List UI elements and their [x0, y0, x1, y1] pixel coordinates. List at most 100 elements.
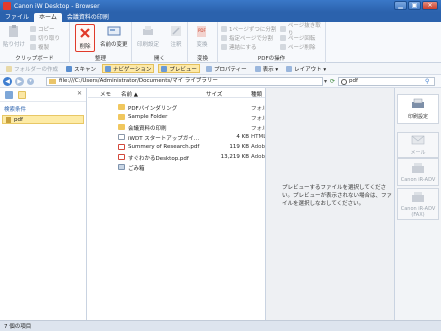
file-list: メモ 名前 ▲ サイズ 種類 PDFバインダリングフォルダーSample Fol… [88, 88, 265, 320]
preview-icon [161, 65, 168, 72]
delete-pages-button[interactable]: ページ削除 [280, 43, 315, 51]
extract-pages-button[interactable]: ページ抜き取り [280, 23, 325, 37]
close-button[interactable]: ✕ [422, 1, 438, 10]
file-name: PDFバインダリング [128, 106, 178, 112]
page-delete-icon [280, 44, 286, 50]
file-row[interactable]: PDFバインダリング フォルダー [88, 102, 265, 112]
search-condition-icon [6, 116, 11, 123]
file-row[interactable]: すぐわかるDesktop.pdf 13,219 KBAdobe [88, 152, 265, 162]
item-count: 7 個の項目 [4, 324, 32, 330]
file-type: Adobe [251, 144, 265, 150]
duplicate-icon [30, 44, 36, 50]
mail-icon [411, 135, 425, 145]
file-name: iWDT スタートアップガイ… [128, 136, 200, 142]
annotation-icon [171, 26, 181, 36]
search-input[interactable]: pdf ⚲ [338, 77, 435, 86]
merge-button[interactable]: 連結にする [221, 43, 257, 51]
canon-ir-adv-fax-action[interactable]: Canon iR-ADV (FAX) [397, 188, 439, 220]
search-icon [341, 79, 347, 85]
file-row[interactable]: Summery of Research.pdf 119 KBAdobe [88, 142, 265, 152]
column-name[interactable]: 名前 ▲ [121, 90, 138, 98]
file-type: Adobe [251, 154, 265, 160]
mail-action[interactable]: メール [397, 132, 439, 158]
rename-button[interactable]: 名前の変更 [100, 24, 128, 48]
pdf-operations-group: 1ページずつに分割 指定ページで分割 連結にする ページ抜き取り ページ回転 ペ… [218, 22, 326, 63]
delete-button[interactable]: 削除 [75, 24, 95, 52]
file-row[interactable]: Sample Folder フォルダー [88, 112, 265, 122]
view-toolbar: フォルダーの作成 スキャン ナビゲーション プレビュー プロパティー 表示 ▾ … [0, 63, 441, 75]
split-icon [221, 26, 227, 32]
scan-button[interactable]: スキャン [64, 64, 98, 73]
back-button[interactable]: ◀ [3, 76, 12, 86]
html-icon [118, 134, 125, 140]
convert-button[interactable]: PDF 変換 [195, 24, 209, 48]
column-memo[interactable]: メモ [100, 90, 111, 98]
rotate-icon [280, 35, 286, 41]
file-size: 13,219 KB [220, 154, 249, 160]
search-conditions-tab-icon[interactable] [18, 90, 26, 99]
split-range-button[interactable]: 指定ページで分割 [221, 34, 273, 42]
split-each-page-button[interactable]: 1ページずつに分割 [221, 25, 276, 33]
minimize-button[interactable]: ▁ [394, 1, 407, 10]
canon-ir-adv-action[interactable]: Canon iR-ADV [397, 158, 439, 186]
layout-icon [286, 65, 293, 72]
pdf-operations-group-label: PDFの操作 [257, 56, 286, 62]
pdf-icon [118, 144, 125, 150]
delete-x-icon [80, 28, 90, 38]
forward-button[interactable]: ▶ [15, 76, 24, 86]
organize-group-label: 整理 [94, 56, 106, 62]
history-dropdown[interactable]: ▾ [27, 77, 34, 85]
folder-icon [49, 79, 56, 84]
extract-icon [280, 26, 286, 32]
split-range-icon [221, 35, 227, 41]
trash-icon [118, 164, 125, 170]
pdf-icon [118, 154, 125, 160]
address-bar: ◀ ▶ ▾ file:///C:/Users/Administrator/Doc… [0, 75, 441, 88]
preview-toggle[interactable]: プレビュー [158, 64, 200, 73]
tab-meeting-print[interactable]: 会議資料の印刷 [62, 13, 114, 22]
address-input[interactable]: file:///C:/Users/Administrator/Documents… [46, 77, 323, 86]
print-settings-icon [412, 98, 424, 108]
convert-group: PDF 変換 変換 [188, 22, 218, 63]
layout-menu[interactable]: レイアウト ▾ [284, 64, 328, 73]
paste-button[interactable]: 貼り付け [3, 24, 25, 48]
ribbon-tabs: ファイル ホーム 会議資料の印刷 [0, 12, 441, 22]
open-group-label: 開く [153, 56, 165, 62]
cut-button[interactable]: 切り取り [30, 34, 60, 42]
open-group: 印刷設定 注釈 開く [132, 22, 188, 63]
file-list-header: メモ 名前 ▲ サイズ 種類 [88, 88, 265, 98]
print-settings-button[interactable]: 印刷設定 [137, 24, 159, 48]
column-size[interactable]: サイズ [206, 90, 222, 98]
duplicate-button[interactable]: 複製 [30, 43, 49, 51]
maximize-button[interactable]: ▣ [408, 1, 421, 10]
navigation-toggle[interactable]: ナビゲーション [102, 64, 155, 73]
tab-file[interactable]: ファイル [0, 13, 34, 22]
file-name: 会議資料の印刷 [128, 126, 167, 132]
address-dropdown-icon[interactable]: ▾ [324, 78, 327, 85]
close-pane-icon[interactable]: ✕ [77, 90, 82, 97]
search-go-button[interactable]: ⚲ [425, 78, 433, 85]
library-tab-icon[interactable] [5, 90, 13, 99]
rotate-pages-button[interactable]: ページ回転 [280, 34, 315, 42]
refresh-icon[interactable]: ⟳ [330, 78, 335, 85]
svg-text:PDF: PDF [198, 28, 206, 33]
navigation-icon [105, 65, 112, 72]
column-type[interactable]: 種類 [251, 90, 262, 98]
print-settings-action[interactable]: 印刷設定 [397, 94, 439, 124]
tab-home[interactable]: ホーム [34, 13, 62, 22]
navigation-pane: ✕ 検索条件 pdf [0, 88, 87, 320]
create-folder-button[interactable]: フォルダーの作成 [4, 64, 60, 73]
title-bar: Canon iW Desktop - Browser ▁ ▣ ✕ [0, 0, 441, 12]
organize-group: 削除 名前の変更 整理 [70, 22, 132, 63]
file-row[interactable]: iWDT スタートアップガイ… 4 KB HTML [88, 132, 265, 142]
view-menu[interactable]: 表示 ▾ [253, 64, 281, 73]
search-condition-item[interactable]: pdf [2, 115, 84, 124]
annotation-button[interactable]: 注釈 [169, 24, 183, 48]
copy-button[interactable]: コピー [30, 25, 55, 33]
file-row[interactable]: ごみ箱 [88, 162, 265, 172]
view-icon [254, 65, 261, 72]
file-row[interactable]: 会議資料の印刷 フォルダー [88, 122, 265, 132]
property-toggle[interactable]: プロパティー [204, 64, 249, 73]
property-icon [205, 65, 212, 72]
convert-group-label: 変換 [196, 56, 208, 62]
